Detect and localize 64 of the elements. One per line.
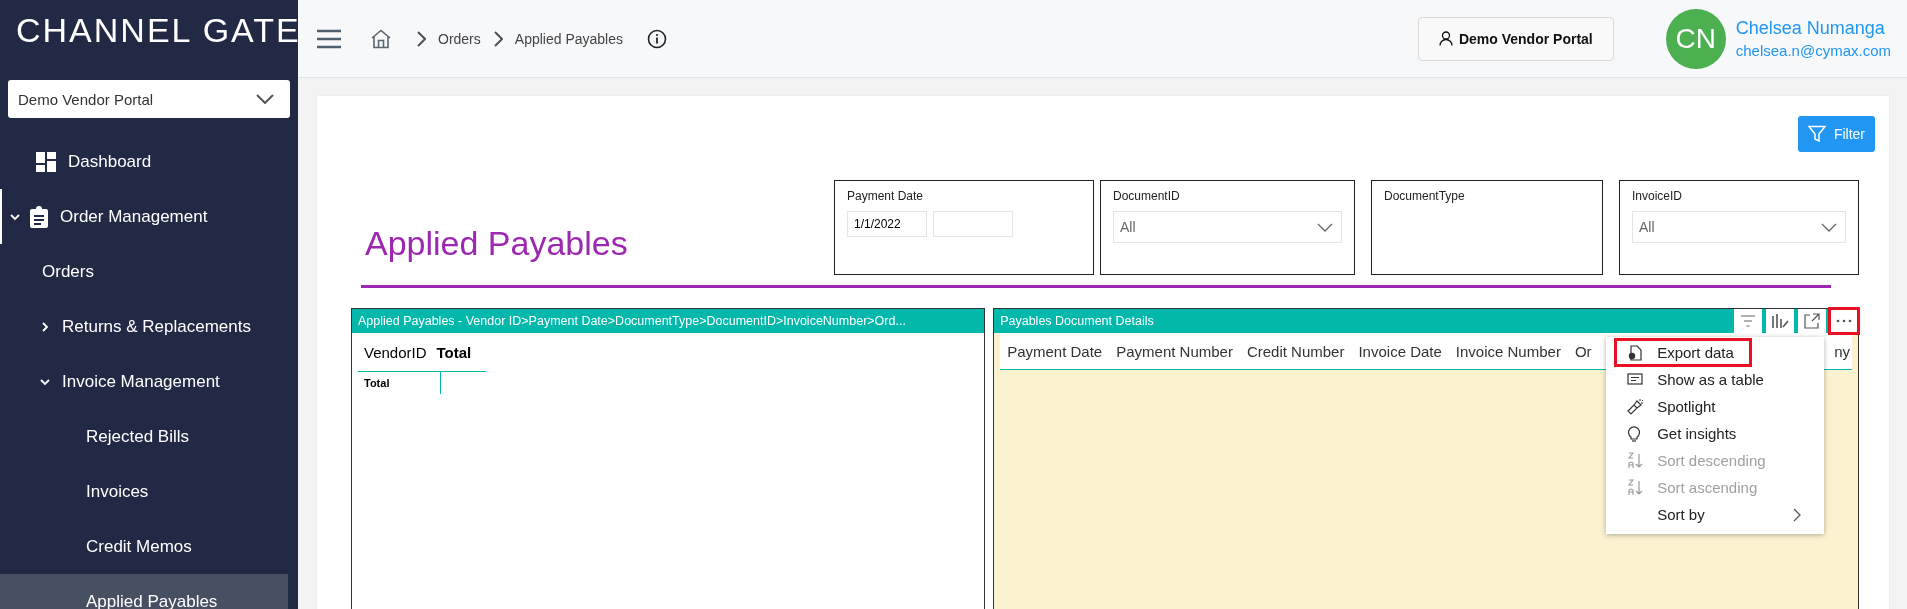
portal-button[interactable]: Demo Vendor Portal bbox=[1417, 16, 1614, 61]
date-field[interactable]: 1/1/2022 bbox=[847, 211, 927, 237]
nav-item[interactable]: Dashboard bbox=[0, 134, 288, 189]
visual-title: Applied Payables - Vendor ID>Payment Date>DocumentType>DocumentID>InvoiceNumber>Ord... bbox=[358, 314, 907, 328]
ellipsis-icon bbox=[1836, 319, 1852, 323]
nav-item[interactable]: Orders bbox=[0, 244, 288, 299]
nav-item[interactable]: Order Management bbox=[0, 189, 288, 244]
user-name: Chelsea Numanga bbox=[1735, 18, 1886, 39]
sort-ascending-icon bbox=[1627, 479, 1644, 496]
user-email: chelsea.n@cymax.com bbox=[1735, 42, 1891, 59]
menu-item[interactable]: Show as a table bbox=[1615, 366, 1816, 393]
dashboard-icon bbox=[36, 151, 56, 172]
slicer-label: DocumentType bbox=[1384, 189, 1466, 203]
filter-icon bbox=[1807, 125, 1826, 143]
column-header[interactable]: Credit Number bbox=[1239, 342, 1352, 360]
chevron-right-icon bbox=[492, 30, 503, 47]
lightbulb-icon bbox=[1627, 425, 1642, 442]
flashlight-icon bbox=[1627, 398, 1645, 415]
focus-mode-icon[interactable] bbox=[1798, 309, 1826, 333]
table-icon bbox=[1627, 372, 1644, 387]
date-field[interactable] bbox=[933, 211, 1013, 237]
chevron-right-icon bbox=[40, 321, 50, 332]
nav-item[interactable]: Returns & Replacements bbox=[0, 299, 288, 354]
slicer-label: Payment Date bbox=[847, 189, 925, 203]
menu-item[interactable]: Get insights bbox=[1615, 420, 1816, 447]
caret-icon bbox=[1317, 222, 1333, 232]
clipboard-icon bbox=[30, 205, 48, 228]
dropdown-field[interactable]: All bbox=[1632, 211, 1846, 243]
nav-item[interactable]: Credit Memos bbox=[0, 519, 288, 574]
visual-title: Payables Document Details bbox=[1000, 314, 1155, 328]
menu-item[interactable]: Spotlight bbox=[1615, 393, 1816, 420]
slicer-label: DocumentID bbox=[1113, 189, 1181, 203]
table-cell: Total bbox=[358, 372, 441, 394]
column-header[interactable]: Invoice Date bbox=[1351, 342, 1449, 360]
nav-item[interactable]: Invoices bbox=[0, 464, 288, 519]
dropdown-field[interactable]: All bbox=[1113, 211, 1342, 243]
column-header[interactable]: Or bbox=[1567, 342, 1599, 360]
menu-icon[interactable] bbox=[316, 28, 342, 49]
caret-icon bbox=[1821, 222, 1837, 232]
chevron-down-icon bbox=[40, 376, 50, 387]
caret-icon bbox=[256, 94, 274, 104]
column-header[interactable]: Total bbox=[426, 343, 472, 361]
user-icon bbox=[1438, 31, 1453, 46]
sort-descending-icon bbox=[1627, 452, 1644, 469]
column-header[interactable]: VendorID bbox=[358, 343, 427, 361]
format-visual-icon[interactable] bbox=[1766, 309, 1794, 333]
slicer-label: InvoiceID bbox=[1632, 189, 1684, 203]
nav-item[interactable]: Invoice Management bbox=[0, 354, 288, 409]
document-icon bbox=[1627, 344, 1644, 361]
column-header[interactable]: Payment Number bbox=[1109, 342, 1240, 360]
chevron-down-icon bbox=[10, 211, 20, 222]
column-header[interactable]: Invoice Number bbox=[1448, 342, 1568, 360]
report-title: Applied Payables bbox=[365, 224, 629, 264]
column-header[interactable]: ny bbox=[1827, 342, 1852, 360]
menu-item[interactable]: Sort by bbox=[1615, 501, 1816, 528]
more-options-button[interactable] bbox=[1830, 309, 1858, 333]
chevron-right-icon bbox=[416, 30, 426, 47]
menu-item[interactable]: Export data bbox=[1615, 339, 1752, 366]
breadcrumb-link[interactable]: Orders bbox=[438, 30, 481, 47]
nav-item[interactable]: Rejected Bills bbox=[0, 409, 288, 464]
column-header[interactable]: Payment Date bbox=[1000, 342, 1110, 360]
home-icon[interactable] bbox=[370, 28, 392, 49]
info-icon[interactable] bbox=[647, 28, 667, 49]
portal-select[interactable]: Demo Vendor Portal bbox=[8, 80, 290, 118]
